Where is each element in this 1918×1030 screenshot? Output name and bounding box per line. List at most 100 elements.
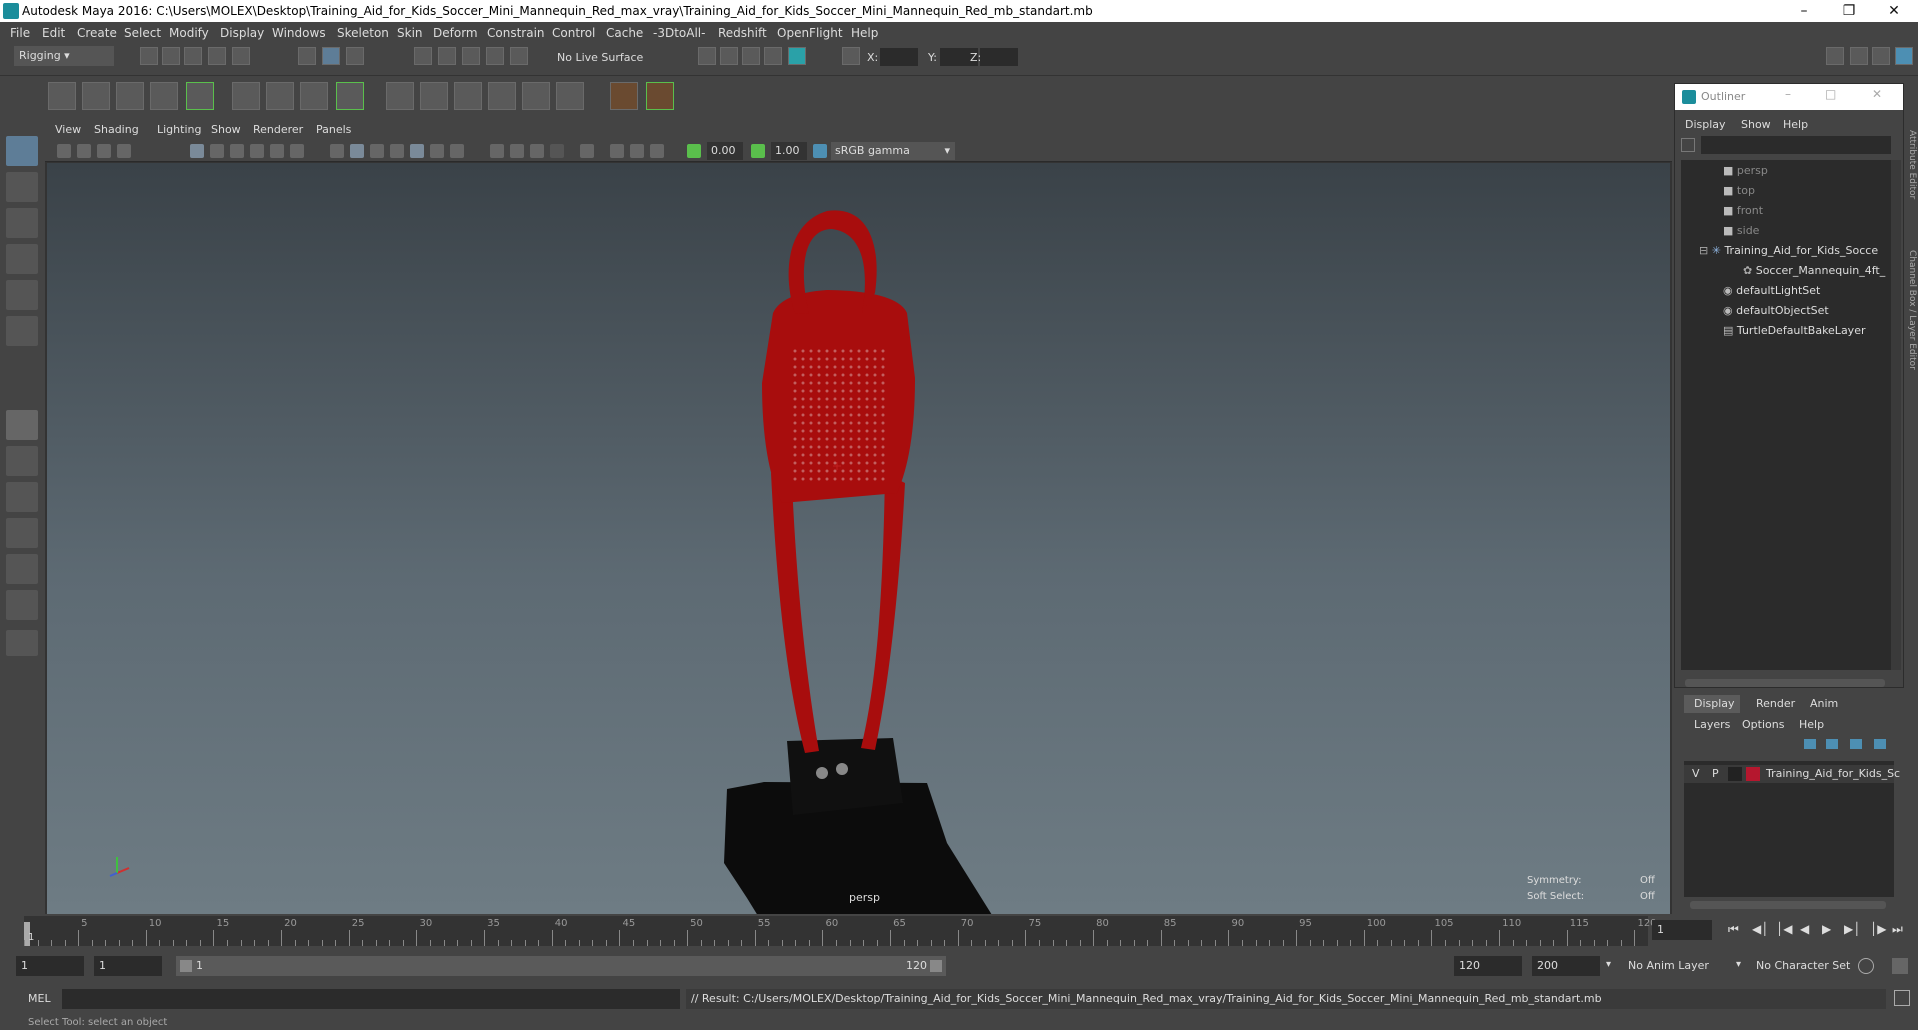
- wireframe-on-shaded-icon[interactable]: [370, 144, 384, 158]
- character-set-dropdown[interactable]: No Character Set: [1756, 959, 1850, 972]
- panel-menu-renderer[interactable]: Renderer: [253, 123, 303, 136]
- transform-mode-icon[interactable]: [842, 47, 860, 65]
- gamma-field[interactable]: 1.00: [771, 142, 807, 160]
- insert-joint-icon[interactable]: [488, 82, 516, 110]
- curve-tool-icon[interactable]: [150, 82, 178, 110]
- exposure-icon[interactable]: [687, 144, 701, 158]
- channel-box-toggle-icon[interactable]: [1895, 47, 1913, 65]
- ik-handle-icon[interactable]: [82, 82, 110, 110]
- menu-deform[interactable]: Deform: [433, 26, 478, 40]
- menu-create[interactable]: Create: [77, 26, 117, 40]
- outliner-minimize-button[interactable]: –: [1785, 87, 1791, 101]
- script-language-toggle[interactable]: MEL: [28, 992, 51, 1005]
- time-slider[interactable]: 1 5 10 15 20 25 30 35 40 45 50 55 60 65 70 75 80 85 90 95 1…: [0, 914, 1918, 948]
- wireframe-icon[interactable]: [330, 144, 344, 158]
- layers-menu-help[interactable]: Help: [1799, 718, 1824, 731]
- playback-start-field[interactable]: 1: [94, 956, 162, 976]
- more-layouts-icon[interactable]: [6, 630, 38, 656]
- xray-active-icon[interactable]: [630, 144, 644, 158]
- smooth-skin-icon[interactable]: [266, 82, 294, 110]
- menu-redshift[interactable]: Redshift: [718, 26, 767, 40]
- outliner-menu-display[interactable]: Display: [1685, 118, 1726, 131]
- lasso-tool-icon[interactable]: [6, 172, 38, 202]
- anim-layer-dropdown[interactable]: No Anim Layer: [1628, 959, 1709, 972]
- mannequin-model[interactable]: [724, 210, 997, 914]
- restore-button[interactable]: ❐: [1826, 0, 1872, 22]
- undo-icon[interactable]: [208, 47, 226, 65]
- colorspace-dropdown[interactable]: sRGB gamma ▾: [831, 142, 955, 160]
- menu-control[interactable]: Control: [552, 26, 595, 40]
- new-layer-icon[interactable]: [1850, 739, 1862, 749]
- live-surface-field[interactable]: No Live Surface: [552, 48, 652, 68]
- persp-outliner-layout-icon[interactable]: [6, 518, 38, 548]
- menu-skeleton[interactable]: Skeleton: [337, 26, 389, 40]
- outliner-item-group[interactable]: ⊟ ✳ Training_Aid_for_Kids_Socce: [1681, 244, 1891, 264]
- hypershade-icon[interactable]: [788, 47, 806, 65]
- menu-help[interactable]: Help: [851, 26, 878, 40]
- animation-start-field[interactable]: 1: [16, 956, 84, 976]
- scale-tool-icon[interactable]: [6, 316, 38, 346]
- menu-cache[interactable]: Cache: [606, 26, 643, 40]
- step-forward-frame-button[interactable]: ▶│: [1844, 922, 1860, 936]
- tool-settings-toggle-icon[interactable]: [1872, 47, 1890, 65]
- layer-playback-toggle[interactable]: P: [1712, 767, 1719, 780]
- auto-key-icon[interactable]: [1858, 958, 1874, 974]
- redo-icon[interactable]: [232, 47, 250, 65]
- image-plane-icon[interactable]: [117, 144, 131, 158]
- animation-preferences-icon[interactable]: [1892, 958, 1908, 974]
- command-input[interactable]: [62, 989, 680, 1009]
- point-constraint-icon[interactable]: [610, 82, 638, 110]
- four-view-layout-icon[interactable]: [6, 446, 38, 476]
- aim-constraint-icon[interactable]: [646, 82, 674, 110]
- isolate-select-icon[interactable]: [580, 144, 594, 158]
- snap-surface-icon[interactable]: [486, 47, 504, 65]
- screen-space-ao-icon[interactable]: [490, 144, 504, 158]
- menu-openflight[interactable]: OpenFlight: [777, 26, 843, 40]
- outliner-vertical-scrollbar[interactable]: [1891, 160, 1901, 670]
- viewport-scene[interactable]: persp Symmetry: Off Soft Select: Off: [47, 163, 1670, 914]
- xray-joints-icon[interactable]: [610, 144, 624, 158]
- render-view-icon[interactable]: [698, 47, 716, 65]
- move-layer-down-icon[interactable]: [1826, 739, 1838, 749]
- bookmark-icon[interactable]: [97, 144, 111, 158]
- chevron-down-icon[interactable]: ▾: [1736, 959, 1741, 970]
- attribute-editor-tab[interactable]: Attribute Editor: [1905, 130, 1917, 240]
- outliner-item-side[interactable]: ■ side: [1681, 224, 1891, 244]
- orient-joint-icon[interactable]: [420, 82, 448, 110]
- smooth-shade-icon[interactable]: [350, 144, 364, 158]
- menu-edit[interactable]: Edit: [42, 26, 65, 40]
- tab-anim[interactable]: Anim: [1810, 697, 1838, 710]
- rotate-tool-icon[interactable]: [6, 280, 38, 310]
- z-field[interactable]: [980, 48, 1018, 66]
- panel-menu-view[interactable]: View: [55, 123, 81, 136]
- select-camera-icon[interactable]: [57, 144, 71, 158]
- snap-view-icon[interactable]: [510, 47, 528, 65]
- safe-action-icon[interactable]: [290, 144, 304, 158]
- layer-row[interactable]: V P Training_Aid_for_Kids_Sc: [1684, 765, 1900, 783]
- playback-end-field[interactable]: 120: [1454, 956, 1522, 976]
- joint-tool-icon[interactable]: [48, 82, 76, 110]
- range-bar[interactable]: 1 120: [176, 956, 946, 976]
- color-management-icon[interactable]: [813, 144, 827, 158]
- chevron-down-icon[interactable]: ▾: [1606, 959, 1611, 970]
- outliner-horizontal-scrollbar[interactable]: [1685, 679, 1885, 687]
- paint-weights-icon[interactable]: [386, 82, 414, 110]
- menu-skin[interactable]: Skin: [397, 26, 423, 40]
- bind-skin-icon[interactable]: [232, 82, 260, 110]
- step-forward-key-button[interactable]: │▶: [1870, 922, 1886, 936]
- locator-icon[interactable]: [186, 82, 214, 110]
- animation-end-field[interactable]: 200: [1532, 956, 1600, 976]
- attribute-editor-toggle-icon[interactable]: [1850, 47, 1868, 65]
- connect-joint-icon[interactable]: [522, 82, 550, 110]
- outliner-maximize-button[interactable]: □: [1825, 87, 1836, 101]
- collapse-icon[interactable]: ⊟: [1699, 244, 1708, 257]
- channel-box-tab[interactable]: Channel Box / Layer Editor: [1905, 250, 1917, 510]
- render-settings-icon[interactable]: [764, 47, 782, 65]
- outliner-item-top[interactable]: ■ top: [1681, 184, 1891, 204]
- step-back-frame-button[interactable]: │◀: [1776, 922, 1792, 936]
- range-end-handle[interactable]: [930, 960, 942, 972]
- menu-modify[interactable]: Modify: [169, 26, 209, 40]
- minimize-button[interactable]: –: [1781, 0, 1827, 22]
- panel-menu-panels[interactable]: Panels: [316, 123, 351, 136]
- viewport-panel[interactable]: View Shading Lighting Show Renderer Pane…: [45, 120, 1672, 914]
